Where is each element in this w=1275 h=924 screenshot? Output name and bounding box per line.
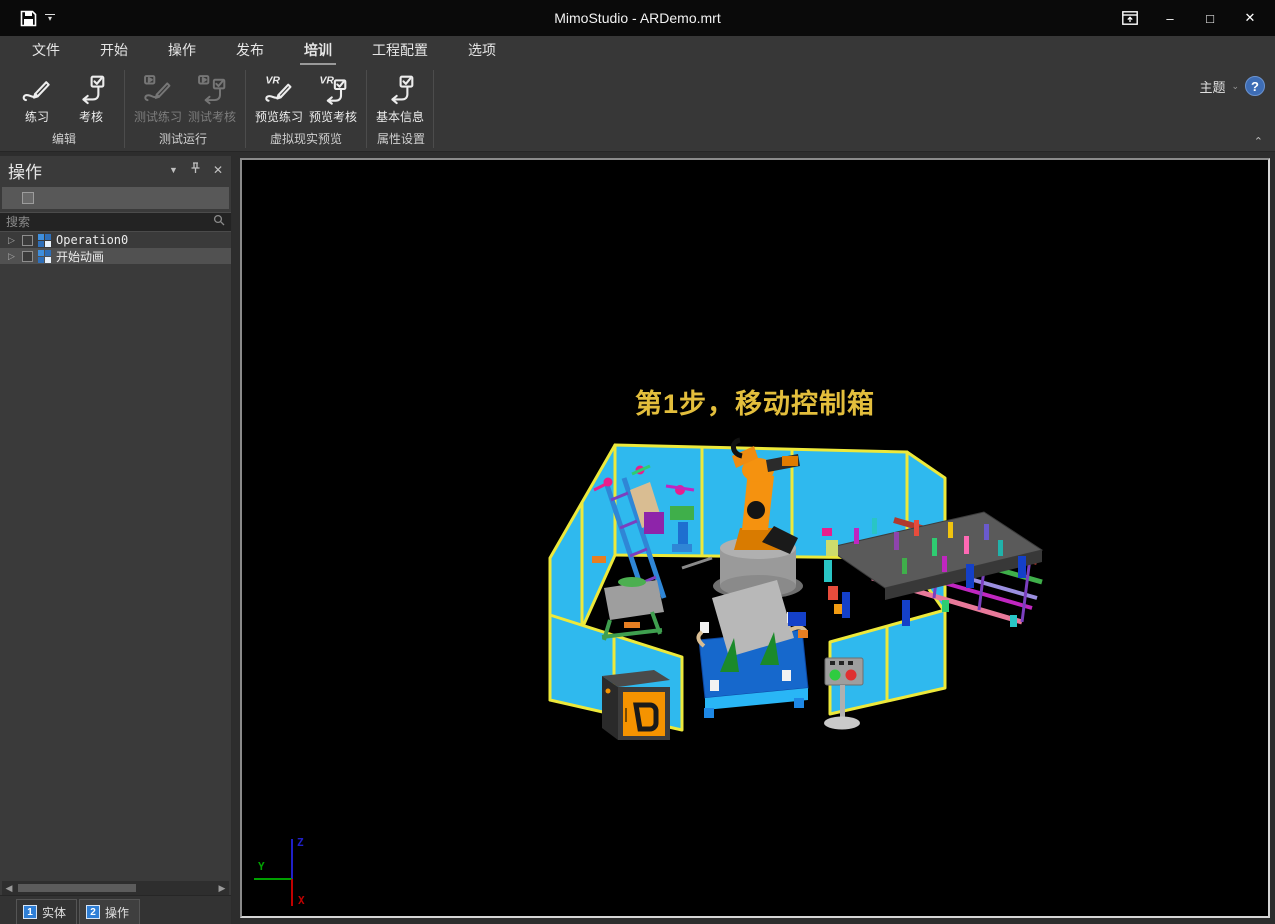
tab-training[interactable]: 培训 [284, 36, 352, 66]
axis-x-label: X [298, 894, 305, 907]
save-icon[interactable] [20, 10, 37, 27]
search-icon [213, 213, 225, 231]
ribbon-display-options-icon[interactable] [1113, 3, 1147, 33]
control-cabinet[interactable] [602, 670, 670, 740]
search-input[interactable] [6, 215, 213, 229]
basic-info-button[interactable]: 基本信息 [373, 68, 427, 125]
panel-title: 操作 [8, 158, 169, 183]
help-button[interactable]: ? [1245, 76, 1265, 96]
tree-row[interactable]: ▷ Operation0 [0, 232, 231, 248]
panel-toolbar [2, 187, 229, 209]
preview-assessment-button[interactable]: VR 预览考核 [306, 68, 360, 125]
titlebar: ▾ MimoStudio - ARDemo.mrt – □ ✕ [0, 0, 1275, 36]
vr-pencil-icon: VR [263, 70, 295, 108]
tree-item-label[interactable]: Operation0 [56, 233, 128, 247]
tab-project-config[interactable]: 工程配置 [352, 36, 448, 66]
test-practice-button[interactable]: 测试练习 [131, 68, 185, 125]
right-fixture-table[interactable] [822, 512, 1042, 627]
tab-operation-panel[interactable]: 2 操作 [79, 899, 140, 924]
assessment-button[interactable]: 考核 [64, 68, 118, 125]
3d-viewport[interactable]: Z Y X 第1步，移动控制箱 [240, 158, 1270, 918]
preview-practice-label: 预览练习 [255, 108, 303, 125]
pencil-squiggle-icon [21, 70, 53, 108]
group-test-run: 测试运行 [122, 130, 244, 150]
window-title: MimoStudio - ARDemo.mrt [0, 10, 1275, 26]
tab-options[interactable]: 选项 [448, 36, 516, 66]
horizontal-scrollbar[interactable]: ◀ ▶ [2, 881, 229, 895]
scrollbar-thumb[interactable] [18, 884, 136, 892]
tab-start[interactable]: 开始 [80, 36, 148, 66]
pin-icon[interactable] [190, 161, 201, 179]
search-box [0, 212, 231, 232]
test-assessment-label: 测试考核 [188, 108, 236, 125]
minimize-button[interactable]: – [1153, 3, 1187, 33]
panel-close-icon[interactable]: ✕ [213, 163, 223, 177]
axis-y-label: Y [258, 860, 265, 873]
axis-z-label: Z [297, 836, 304, 849]
group-vr-preview: 虚拟现实预览 [244, 130, 368, 150]
ribbon-tab-bar: 文件 开始 操作 发布 培训 工程配置 选项 [0, 36, 1275, 66]
test-assessment-button[interactable]: 测试考核 [185, 68, 239, 125]
play-check-icon [196, 70, 228, 108]
assessment-label: 考核 [79, 108, 103, 125]
expander-icon[interactable]: ▷ [8, 251, 17, 262]
preview-assessment-label: 预览考核 [309, 108, 357, 125]
preview-practice-button[interactable]: VR 预览练习 [252, 68, 306, 125]
quick-access-toolbar: ▾ [0, 10, 55, 27]
collapse-ribbon-icon[interactable]: ⌃ [1254, 135, 1263, 148]
panel-header: 操作 ▼ ✕ [0, 156, 231, 184]
operation-icon [38, 234, 51, 247]
step-instruction-text: 第1步，移动控制箱 [242, 382, 1268, 421]
basic-info-label: 基本信息 [376, 108, 424, 125]
panel-dropdown-icon[interactable]: ▼ [169, 165, 178, 175]
vr-check-icon: VR [317, 70, 349, 108]
expander-icon[interactable]: ▷ [8, 235, 17, 246]
scroll-left-icon[interactable]: ◀ [2, 883, 16, 894]
operation-panel: 操作 ▼ ✕ ▷ Operation0 ▷ [0, 156, 232, 924]
panel-bottom-tabs: 1 实体 2 操作 [0, 895, 231, 924]
svg-text:VR: VR [319, 75, 334, 86]
ribbon: 文件 开始 操作 发布 培训 工程配置 选项 主题 ⌄ ? 练习 [0, 36, 1275, 152]
operation-icon [38, 250, 51, 263]
theme-selector[interactable]: 主题 [1199, 77, 1225, 96]
svg-text:VR: VR [265, 75, 280, 86]
tree-row[interactable]: ▷ 开始动画 [0, 248, 231, 264]
ribbon-group-names: 编辑 测试运行 虚拟现实预览 属性设置 [0, 130, 1275, 150]
practice-label: 练习 [25, 108, 49, 125]
arrow-check-icon [75, 70, 107, 108]
arrow-check-icon [384, 70, 416, 108]
play-pencil-icon [142, 70, 174, 108]
chevron-down-icon[interactable]: ⌄ [1231, 81, 1239, 92]
test-practice-label: 测试练习 [134, 108, 182, 125]
work-table[interactable] [698, 580, 808, 718]
tree-item-label[interactable]: 开始动画 [56, 248, 104, 265]
axes-triad: Z Y X [254, 836, 305, 907]
ribbon-toolbar: 练习 考核 [0, 66, 1275, 130]
close-button[interactable]: ✕ [1233, 3, 1267, 33]
practice-button[interactable]: 练习 [10, 68, 64, 125]
group-edit: 编辑 [6, 130, 122, 150]
scroll-right-icon[interactable]: ▶ [215, 883, 229, 894]
maximize-button[interactable]: □ [1193, 3, 1227, 33]
tab-publish[interactable]: 发布 [216, 36, 284, 66]
tab-operation[interactable]: 操作 [148, 36, 216, 66]
tab-entity[interactable]: 1 实体 [16, 899, 77, 924]
toolbar-square-button[interactable] [22, 192, 34, 204]
quick-access-dropdown-icon[interactable]: ▾ [45, 14, 55, 22]
checkbox[interactable] [22, 251, 33, 262]
tab-entity-number-icon: 1 [23, 905, 37, 919]
checkbox[interactable] [22, 235, 33, 246]
group-property-settings: 属性设置 [368, 130, 434, 150]
operation-tree: ▷ Operation0 ▷ 开始动画 [0, 232, 231, 264]
tab-operation-number-icon: 2 [86, 905, 100, 919]
3d-scene[interactable]: Z Y X [242, 160, 1268, 914]
tab-file[interactable]: 文件 [12, 36, 80, 66]
